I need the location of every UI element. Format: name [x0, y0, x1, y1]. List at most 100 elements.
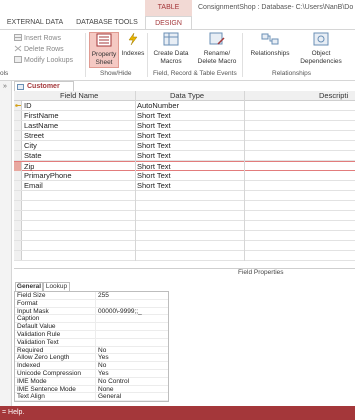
field-name-cell[interactable]: ID [24, 101, 32, 111]
field-name-cell[interactable]: Email [24, 181, 43, 191]
modify-lookups-icon [14, 56, 22, 63]
row-selector[interactable] [14, 171, 22, 180]
property-row[interactable]: Allow Zero Length Yes [15, 354, 168, 363]
property-value[interactable]: No [95, 362, 106, 371]
property-value[interactable] [95, 323, 98, 332]
table-row[interactable]: State Short Text [14, 151, 355, 161]
empty-row[interactable] [14, 191, 355, 201]
row-selector[interactable] [14, 111, 22, 120]
rename-delete-macro-button[interactable]: Rename/ Delete Macro [195, 32, 239, 68]
field-name-cell[interactable]: FirstName [24, 111, 59, 121]
empty-row[interactable] [14, 241, 355, 251]
insert-rows-button[interactable]: Insert Rows [14, 33, 61, 44]
property-value[interactable]: 00000\-9999;;_ [95, 307, 142, 316]
field-name-cell[interactable]: LastName [24, 121, 58, 131]
row-selector[interactable] [14, 221, 22, 230]
row-selector[interactable] [14, 101, 22, 110]
property-value[interactable] [95, 299, 98, 308]
property-row[interactable]: Format [15, 299, 168, 308]
empty-row[interactable] [14, 251, 355, 261]
property-row[interactable]: Required No [15, 346, 168, 355]
property-row[interactable]: IME Sentence Mode None [15, 385, 168, 394]
data-type-cell[interactable]: Short Text [137, 121, 171, 131]
tab-database-tools[interactable]: DATABASE TOOLS [72, 16, 142, 29]
modify-lookups-button[interactable]: Modify Lookups [14, 55, 73, 66]
field-name-cell[interactable]: Street [24, 131, 44, 141]
property-row[interactable]: IME Mode No Control [15, 377, 168, 386]
property-value[interactable] [95, 315, 98, 324]
property-row[interactable]: Default Value [15, 323, 168, 332]
property-value[interactable] [95, 330, 98, 339]
property-value[interactable]: No [95, 346, 106, 355]
data-type-cell[interactable]: AutoNumber [137, 101, 179, 111]
property-row[interactable]: Validation Rule [15, 330, 168, 339]
tab-design[interactable]: DESIGN [145, 16, 192, 29]
property-row[interactable]: Input Mask 00000\-9999;;_ [15, 307, 168, 316]
property-label: Field Size [17, 292, 46, 299]
table-row[interactable]: Street Short Text [14, 131, 355, 141]
navigation-pane-collapsed[interactable]: » [0, 81, 12, 406]
ribbon-separator [85, 33, 86, 77]
object-dependencies-button[interactable]: Object Dependencies [296, 32, 346, 68]
table-row[interactable]: PrimaryPhone Short Text [14, 171, 355, 181]
empty-row[interactable] [14, 231, 355, 241]
data-type-cell[interactable]: Short Text [137, 151, 171, 161]
table-row[interactable]: ID AutoNumber [14, 101, 355, 111]
create-data-macros-button[interactable]: Create Data Macros [150, 32, 192, 68]
row-selector[interactable] [14, 181, 22, 190]
ribbon-tabs: EXTERNAL DATA DATABASE TOOLS DESIGN [0, 16, 355, 29]
empty-row[interactable] [14, 221, 355, 231]
property-value[interactable]: No Control [95, 377, 129, 386]
property-row[interactable]: Text Align General [15, 393, 168, 402]
property-row[interactable]: Caption [15, 315, 168, 324]
delete-rows-button[interactable]: Delete Rows [14, 44, 64, 55]
property-value[interactable]: 255 [95, 292, 109, 300]
tab-general[interactable]: General [15, 282, 43, 291]
table-row-selected[interactable]: Zip Short Text [14, 161, 355, 171]
row-selector[interactable] [14, 141, 22, 150]
property-value[interactable] [95, 338, 98, 347]
tab-lookup[interactable]: Lookup [43, 282, 70, 291]
property-row[interactable]: Indexed No [15, 362, 168, 371]
row-selector[interactable] [14, 162, 22, 171]
document-tab-customer[interactable]: Customer [14, 81, 74, 91]
property-value[interactable]: Yes [95, 354, 109, 363]
column-header-description: Descripti [319, 91, 349, 100]
row-selector[interactable] [14, 231, 22, 240]
property-value[interactable]: None [95, 385, 114, 394]
field-name-cell[interactable]: City [24, 141, 37, 151]
property-row[interactable]: Field Size 255 [15, 292, 168, 300]
row-selector[interactable] [14, 151, 22, 160]
column-divider [135, 91, 136, 261]
row-selector[interactable] [14, 131, 22, 140]
tools-group-label: ols [0, 70, 9, 77]
row-selector[interactable] [14, 191, 22, 200]
data-type-cell[interactable]: Short Text [137, 131, 171, 141]
empty-row[interactable] [14, 201, 355, 211]
delete-rows-icon [14, 45, 22, 52]
row-selector[interactable] [14, 121, 22, 130]
property-row[interactable]: Validation Text [15, 338, 168, 347]
table-row[interactable]: LastName Short Text [14, 121, 355, 131]
tab-external-data[interactable]: EXTERNAL DATA [4, 16, 66, 29]
indexes-button[interactable]: Indexes [120, 32, 146, 68]
data-type-cell[interactable]: Short Text [137, 181, 171, 191]
field-name-cell[interactable]: State [24, 151, 42, 161]
property-value[interactable]: General [95, 393, 121, 402]
table-row[interactable]: FirstName Short Text [14, 111, 355, 121]
row-selector[interactable] [14, 251, 22, 260]
table-row[interactable]: City Short Text [14, 141, 355, 151]
row-selector[interactable] [14, 211, 22, 220]
empty-row[interactable] [14, 211, 355, 221]
row-selector[interactable] [14, 241, 22, 250]
property-sheet-button[interactable]: Property Sheet [89, 32, 119, 68]
data-type-cell[interactable]: Short Text [137, 141, 171, 151]
relationships-button[interactable]: Relationships [245, 32, 295, 68]
row-selector[interactable] [14, 201, 22, 210]
property-row[interactable]: Unicode Compression Yes [15, 369, 168, 378]
property-value[interactable]: Yes [95, 369, 109, 378]
field-name-cell[interactable]: PrimaryPhone [24, 171, 72, 181]
data-type-cell[interactable]: Short Text [137, 111, 171, 121]
table-row[interactable]: Email Short Text [14, 181, 355, 191]
data-type-cell[interactable]: Short Text [137, 171, 171, 181]
